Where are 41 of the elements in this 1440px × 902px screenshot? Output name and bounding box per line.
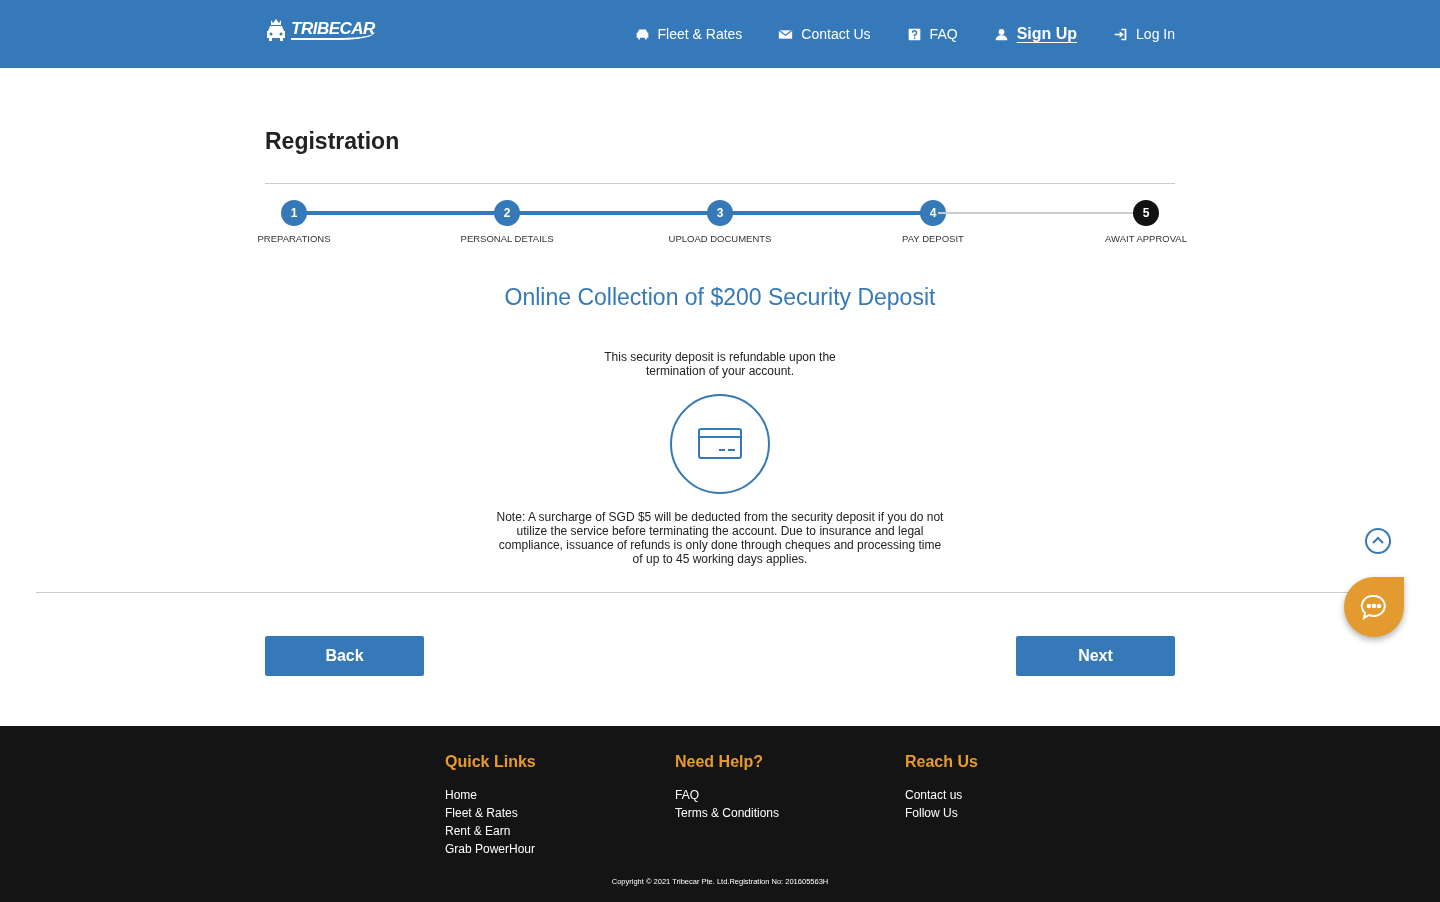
next-button[interactable]: Next (1016, 636, 1175, 677)
intro-text: This security deposit is refundable upon the termination of your account. (603, 350, 837, 379)
step-label: PERSONAL DETAILS (460, 231, 554, 246)
user-icon (993, 26, 1009, 42)
footer-link[interactable]: Follow Us (905, 804, 958, 823)
help-icon (906, 26, 922, 42)
footer-link[interactable]: Rent & Earn (445, 822, 511, 841)
step-label: PAY DEPOSIT (902, 231, 964, 246)
footer-link[interactable]: Fleet & Rates (445, 804, 518, 823)
chat-button[interactable] (1344, 577, 1404, 637)
footer-link[interactable]: Contact us (905, 786, 963, 805)
car-logo-icon (265, 18, 287, 42)
footer-link[interactable]: Grab PowerHour (445, 840, 536, 859)
chat-icon (1360, 593, 1388, 621)
login-icon (1113, 26, 1129, 42)
nav-link[interactable]: FAQ (906, 23, 958, 45)
footer-link[interactable]: Terms & Conditions (675, 804, 780, 823)
step-label: PREPARATIONS (257, 231, 331, 246)
nav-link[interactable]: Sign Up (993, 22, 1078, 46)
step-circle: 2 (494, 199, 520, 226)
footer-heading: Reach Us (905, 752, 979, 773)
scroll-up-icon[interactable] (1365, 528, 1391, 554)
step-circle: 4 (920, 199, 946, 226)
footer-link[interactable]: FAQ (675, 786, 699, 805)
section-heading: Online Collection of $200 Security Deposit (503, 282, 937, 312)
step-circle: 5 (1133, 199, 1159, 226)
step-circle: 1 (281, 199, 307, 226)
brand-logo[interactable]: TRIBECAR (291, 19, 375, 41)
footer-link[interactable]: Home (445, 786, 477, 805)
step-label: AWAIT APPROVAL (1105, 231, 1187, 246)
note-text: Note: A surcharge of SGD $5 will be deducted from the security deposit if you do not utilize the service before terminating the account. Due to insurance and legal compliance, issuance of refunds is only done through cheques and processing time of up to 45 working days applies. (495, 510, 945, 567)
page-title: Registration (265, 127, 401, 156)
back-button[interactable]: Back (265, 636, 424, 677)
credit-card-icon (670, 394, 770, 495)
nav-link[interactable]: Fleet & Rates (634, 23, 743, 45)
footer-heading: Quick Links (445, 752, 537, 773)
nav-link[interactable]: Log In (1113, 23, 1175, 45)
nav-link[interactable]: Contact Us (778, 23, 871, 45)
footer-heading: Need Help? (675, 752, 764, 773)
step-label: UPLOAD DOCUMENTS (668, 231, 772, 246)
step-circle: 3 (707, 199, 733, 226)
